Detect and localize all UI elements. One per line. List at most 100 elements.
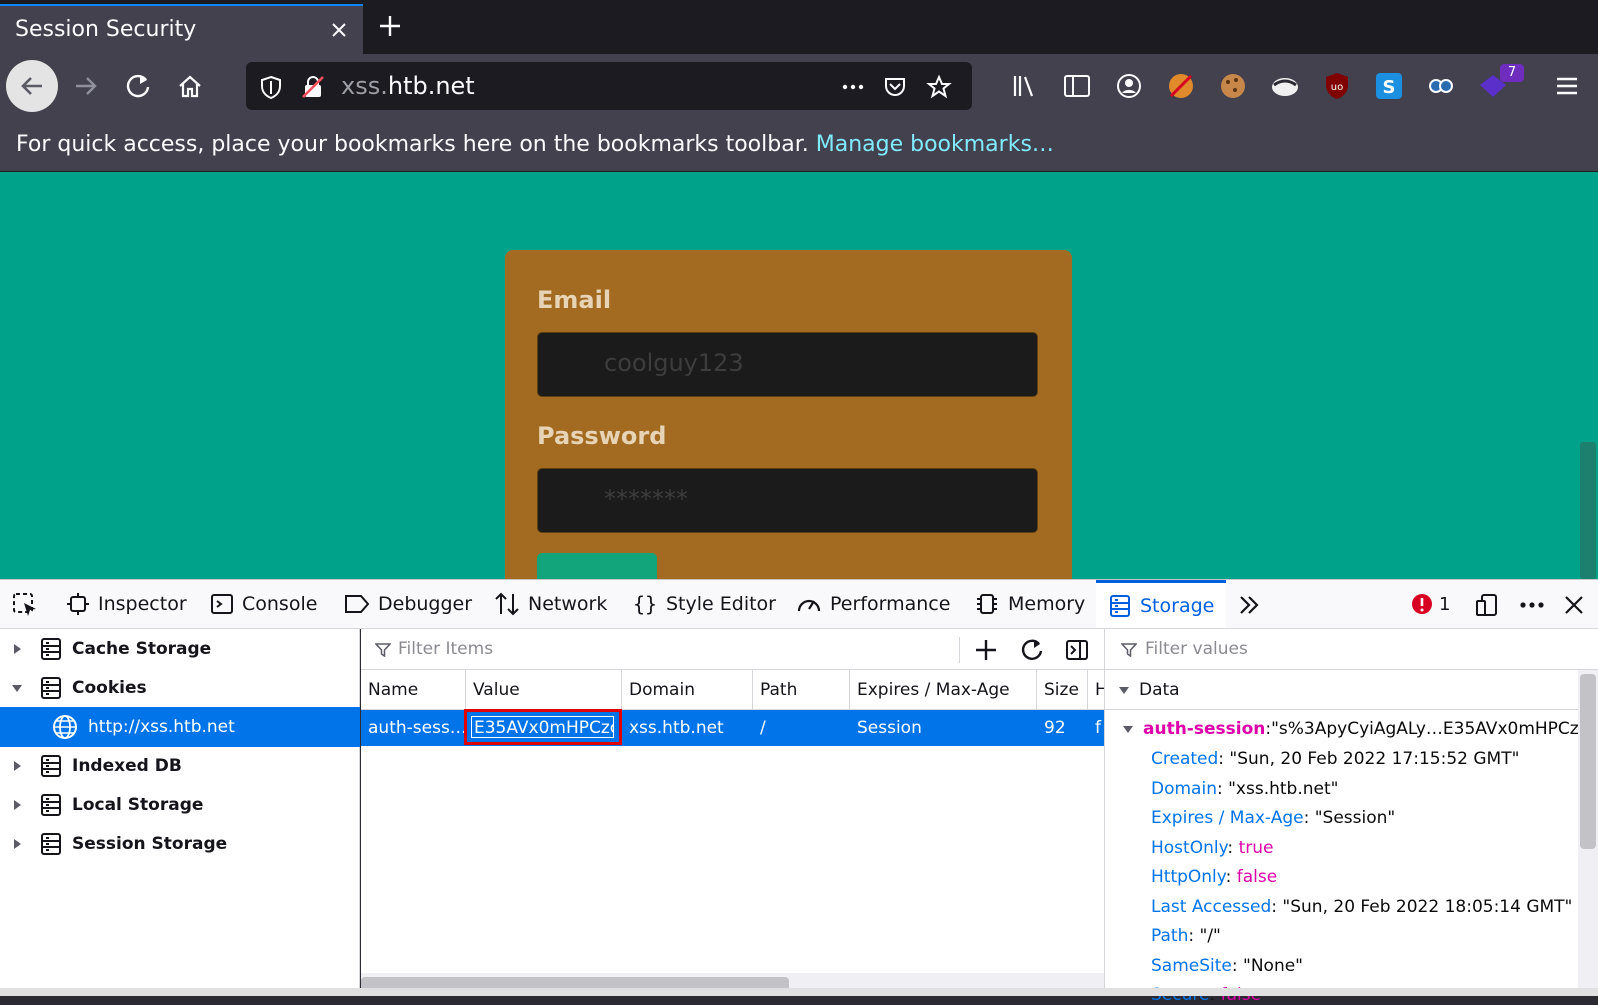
collapse-arrow-icon[interactable] [10,681,24,695]
property-value: "Session" [1314,808,1396,828]
tab-storage[interactable]: Storage [1096,580,1226,628]
cookie-entry[interactable]: auth-session: "s%3ApyCyiAgALy…E35AVx0mHP… [1121,719,1596,739]
expand-arrow-icon[interactable] [10,798,24,812]
submit-button[interactable] [537,553,657,579]
more-tabs-chevron-icon[interactable] [1236,592,1262,618]
cookie-property-row[interactable]: Path: "/" [1151,926,1221,946]
column-header-name[interactable]: Name [361,670,466,710]
back-button[interactable] [6,60,58,112]
toggle-sidebar-icon[interactable] [1065,638,1089,662]
cookie-entry-name: auth-session [1143,719,1266,739]
console-icon [211,594,233,614]
performance-icon [797,599,821,612]
email-field[interactable]: coolguy123 [537,332,1038,397]
expand-arrow-icon[interactable] [10,759,24,773]
privacy-badger-extension-icon[interactable] [1270,71,1300,101]
cell-httponly[interactable]: f [1088,710,1104,746]
data-section-header[interactable]: Data [1105,670,1598,710]
page-scrollbar-thumb[interactable] [1580,442,1596,579]
sidebar-item-session-storage[interactable]: Session Storage [0,824,360,864]
cookie-editor-extension-icon[interactable] [1218,71,1248,101]
expand-arrow-icon[interactable] [10,642,24,656]
wappalyzer-extension-icon[interactable] [1426,71,1456,101]
library-icon[interactable] [1010,71,1040,101]
page-actions-icon[interactable] [840,74,866,100]
page-scrollbar[interactable] [1578,172,1598,579]
sidebar-item-cookies-host[interactable]: http://xss.htb.net [0,707,360,747]
tab-console[interactable]: Console [210,580,317,628]
storage-sidebar: Cache Storage Cookies http://xss.htb.net… [0,629,360,996]
cookie-blocker-extension-icon[interactable] [1166,71,1196,101]
property-separator: : [1218,749,1230,769]
sidebar-icon[interactable] [1062,71,1092,101]
cell-value[interactable]: E35AVx0mHPCzc [471,716,614,738]
password-field[interactable]: ******* [537,468,1038,533]
account-icon[interactable] [1114,71,1144,101]
expand-arrow-icon[interactable] [10,837,24,851]
error-count-badge[interactable]: 1 [1411,593,1450,615]
cookie-property-row[interactable]: HttpOnly: false [1151,867,1277,887]
data-panel-scrollbar-thumb[interactable] [1580,674,1596,849]
hamburger-menu-icon[interactable] [1552,71,1582,101]
url-bar[interactable]: xss.htb.net [246,62,972,110]
insecure-lock-icon[interactable] [300,74,326,100]
tab-memory-label: Memory [1008,593,1086,615]
responsive-design-icon[interactable] [1474,592,1500,618]
tab-network[interactable]: Network [494,580,607,628]
column-header-size[interactable]: Size [1037,670,1088,710]
sidebar-item-cookies[interactable]: Cookies [0,668,360,708]
cell-path[interactable]: / [753,710,850,746]
cell-expires[interactable]: Session [850,710,1037,746]
sidebar-item-cache-storage[interactable]: Cache Storage [0,629,360,669]
error-count: 1 [1439,593,1451,615]
column-header-value[interactable]: Value [466,670,622,710]
cell-domain[interactable]: xss.htb.net [622,710,753,746]
column-header-domain[interactable]: Domain [622,670,753,710]
sidebar-item-indexed-db[interactable]: Indexed DB [0,746,360,786]
password-label: Password [537,422,667,450]
manage-bookmarks-link[interactable]: Manage bookmarks… [816,132,1054,157]
cookie-property-row[interactable]: HostOnly: true [1151,838,1273,858]
cookie-property-row[interactable]: Created: "Sun, 20 Feb 2022 17:15:52 GMT" [1151,749,1519,769]
element-picker-icon[interactable] [12,592,38,618]
cell-size[interactable]: 92 [1037,710,1088,746]
ublock-origin-extension-icon[interactable]: uo [1322,71,1352,101]
tab-style-editor[interactable]: {} Style Editor [632,580,776,628]
devtools-menu-icon[interactable] [1518,592,1546,618]
sidebar-item-local-storage[interactable]: Local Storage [0,785,360,825]
close-tab-icon[interactable] [329,20,349,40]
reload-icon[interactable] [124,72,152,100]
property-value: "Sun, 20 Feb 2022 18:05:14 GMT" [1282,896,1573,917]
filter-values-input[interactable]: Filter values [1145,639,1248,659]
column-header-httponly[interactable]: H [1088,670,1104,710]
new-tab-icon[interactable] [378,14,402,38]
cell-name[interactable]: auth-sess… [361,710,466,746]
filter-items-input[interactable]: Filter Items [398,639,493,659]
cookie-property-row[interactable]: Domain: "xss.htb.net" [1151,779,1338,799]
cookie-property-row[interactable]: SameSite: "None" [1151,956,1303,976]
refresh-icon[interactable] [1019,637,1045,663]
tab-memory[interactable]: Memory [974,580,1085,628]
s-extension-icon[interactable]: S [1374,71,1404,101]
cookie-property-row[interactable]: Expires / Max-Age: "Session" [1151,808,1395,828]
collapse-arrow-icon[interactable] [1117,683,1131,697]
browser-tab[interactable]: Session Security [0,4,363,54]
pocket-icon[interactable] [882,74,908,100]
close-devtools-icon[interactable] [1562,593,1586,617]
tab-performance[interactable]: Performance [796,580,950,628]
data-panel-scrollbar[interactable] [1578,670,1598,996]
home-icon[interactable] [176,72,204,100]
cell-value-highlight[interactable]: E35AVx0mHPCzc [464,709,622,745]
column-header-path[interactable]: Path [753,670,850,710]
forward-icon[interactable] [72,72,100,100]
add-item-icon[interactable] [973,637,999,663]
shield-icon[interactable] [258,74,284,100]
bookmark-star-icon[interactable] [926,74,952,100]
table-row[interactable]: auth-sess… E35AVx0mHPCzc xss.htb.net / S… [361,709,1104,746]
column-header-expires[interactable]: Expires / Max-Age [850,670,1037,710]
cookie-entry-value: "s%3ApyCyiAgALy…E35AVx0mHPCzc" [1271,719,1596,739]
tab-inspector[interactable]: Inspector [66,580,187,628]
collapse-arrow-icon[interactable] [1121,722,1135,736]
cookie-property-row[interactable]: Last Accessed: "Sun, 20 Feb 2022 18:05:1… [1151,897,1572,917]
tab-debugger[interactable]: Debugger [344,580,472,628]
